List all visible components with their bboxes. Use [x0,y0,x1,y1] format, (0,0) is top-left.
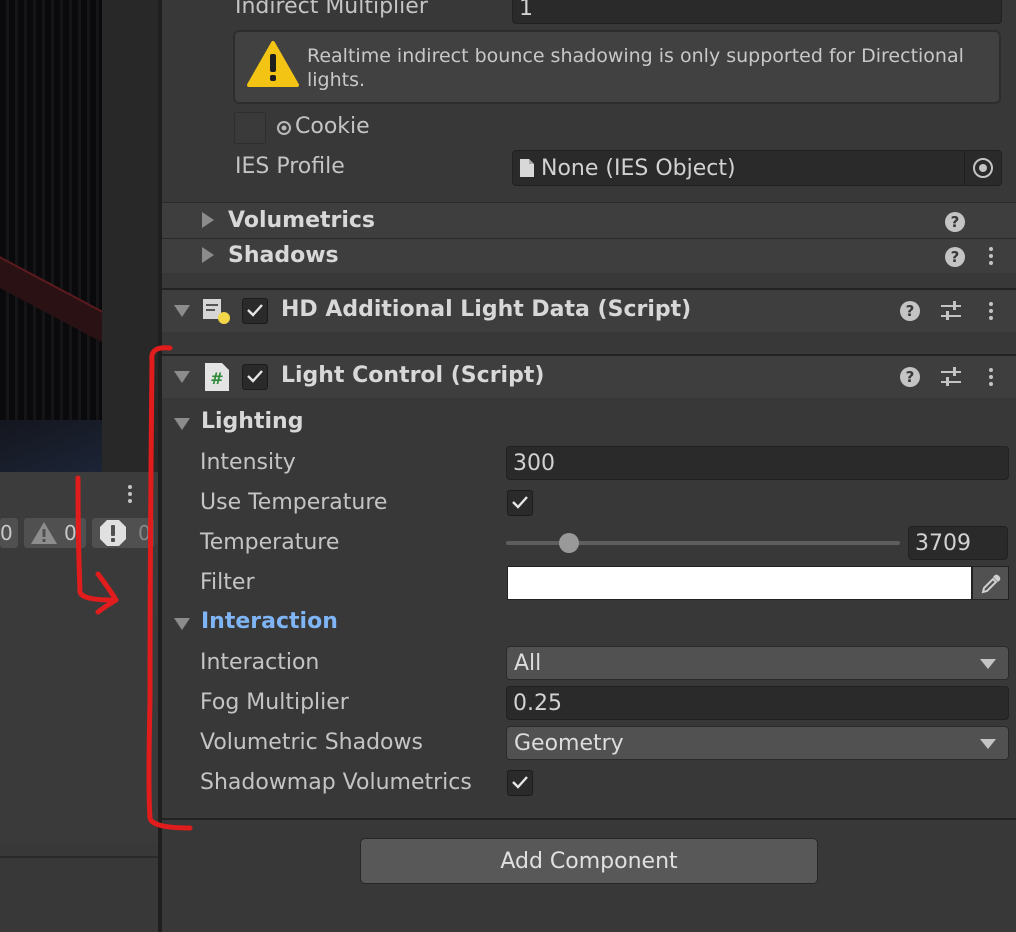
fog-multiplier-value: 0.25 [513,690,562,716]
presets-icon[interactable] [940,301,962,321]
warning-icon [31,522,57,544]
ies-profile-field[interactable]: None (IES Object) [512,150,1002,186]
temperature-slider-thumb[interactable] [559,533,580,553]
lighting-foldout-arrow-icon[interactable] [174,418,190,430]
use-temperature-label: Use Temperature [200,490,388,515]
console-list[interactable] [0,544,158,844]
temperature-label: Temperature [200,530,340,555]
eyedropper-button[interactable] [972,566,1009,600]
warning-text: Realtime indirect bounce shadowing is on… [307,45,964,91]
script-light-icon [203,299,230,324]
presets-icon[interactable] [940,367,962,387]
light-control-enabled-checkbox[interactable] [242,364,268,390]
checkmark-icon [512,496,528,509]
hd-component-enabled-checkbox[interactable] [242,298,268,324]
expand-arrow-icon [202,212,214,228]
checkmark-icon [512,776,528,789]
filter-label: Filter [200,570,255,595]
interaction-value: All [514,650,542,676]
shadows-title: Shadows [228,243,339,268]
more-menu-icon[interactable] [989,302,993,323]
intensity-label: Intensity [200,450,296,475]
collapse-arrow-icon [174,305,190,317]
add-component-button[interactable]: Add Component [360,838,818,884]
light-control-title: Light Control (Script) [281,363,545,388]
checkmark-icon [247,304,263,317]
eyedropper-icon [981,574,1001,594]
dropdown-arrow-icon [980,739,996,749]
indirect-multiplier-field[interactable]: 1 [512,0,1002,24]
interaction-label: Interaction [200,650,320,675]
cookie-texture-slot[interactable] [234,112,266,144]
more-menu-icon[interactable] [989,368,993,389]
volumetrics-foldout[interactable]: Volumetrics ? [162,202,1016,239]
indirect-multiplier-label: Indirect Multiplier [235,0,428,19]
warning-triangle-icon [247,41,299,87]
file-icon [520,159,534,177]
collapse-arrow-icon [174,371,190,383]
error-icon [100,520,126,546]
checkmark-icon [247,370,263,383]
component-separator [162,818,1016,820]
ies-field-divider [964,151,965,185]
lighting-header: Lighting [201,409,304,434]
console-warning-count[interactable]: 0 [24,518,86,548]
indirect-multiplier-value: 1 [519,0,533,21]
volumetric-shadows-label: Volumetric Shadows [200,730,423,755]
dropdown-arrow-icon [980,659,996,669]
volumetric-shadows-value: Geometry [514,730,624,756]
interaction-header: Interaction [201,609,338,634]
warning-helpbox: Realtime indirect bounce shadowing is on… [233,30,1001,104]
scene-view[interactable] [0,0,102,472]
fog-multiplier-label: Fog Multiplier [200,690,349,715]
temperature-value: 3709 [915,530,971,556]
help-icon[interactable]: ? [945,247,965,267]
interaction-dropdown[interactable]: All [506,646,1009,680]
intensity-value: 300 [513,450,555,476]
svg-text:#: # [210,369,223,388]
help-icon[interactable]: ? [945,212,965,232]
temperature-field[interactable]: 3709 [908,526,1008,560]
console-error-count[interactable]: 0 [92,518,154,548]
scene-border [102,0,160,472]
filter-color-field[interactable] [507,566,972,600]
cookie-label: Cookie [295,114,370,139]
scene-floor [0,420,102,472]
warning-count-text: 0 [64,521,77,545]
ies-object-picker-icon[interactable] [972,157,994,179]
log-count-text: 0 [0,521,13,545]
volumetrics-title: Volumetrics [228,208,376,233]
help-icon[interactable]: ? [900,367,920,387]
volumetric-shadows-dropdown[interactable]: Geometry [506,726,1009,760]
interaction-foldout-arrow-icon[interactable] [174,618,190,630]
console-menu-icon[interactable] [128,485,132,506]
hd-light-data-component-header[interactable]: HD Additional Light Data (Script) ? [162,288,1016,332]
csharp-script-icon: # [205,363,229,391]
ies-profile-value: None (IES Object) [541,155,736,181]
shadowmap-volumetrics-label: Shadowmap Volumetrics [200,770,472,795]
object-picker-icon[interactable] [276,120,292,136]
light-control-component-header[interactable]: # Light Control (Script) ? [162,354,1016,398]
shadowmap-volumetrics-checkbox[interactable] [507,770,533,796]
use-temperature-checkbox[interactable] [507,490,533,516]
console-separator [0,856,158,858]
intensity-field[interactable]: 300 [506,446,1009,480]
expand-arrow-icon [202,247,214,263]
shadows-foldout[interactable]: Shadows ? [162,238,1016,273]
console-log-count[interactable]: 0 [0,518,18,548]
hd-component-title: HD Additional Light Data (Script) [281,297,692,322]
ies-profile-label: IES Profile [235,154,345,179]
fog-multiplier-field[interactable]: 0.25 [506,686,1009,720]
help-icon[interactable]: ? [900,301,920,321]
more-menu-icon[interactable] [989,247,993,268]
scene-curtain [0,0,102,472]
error-count-text: 0 [138,521,151,545]
add-component-label: Add Component [500,848,678,874]
